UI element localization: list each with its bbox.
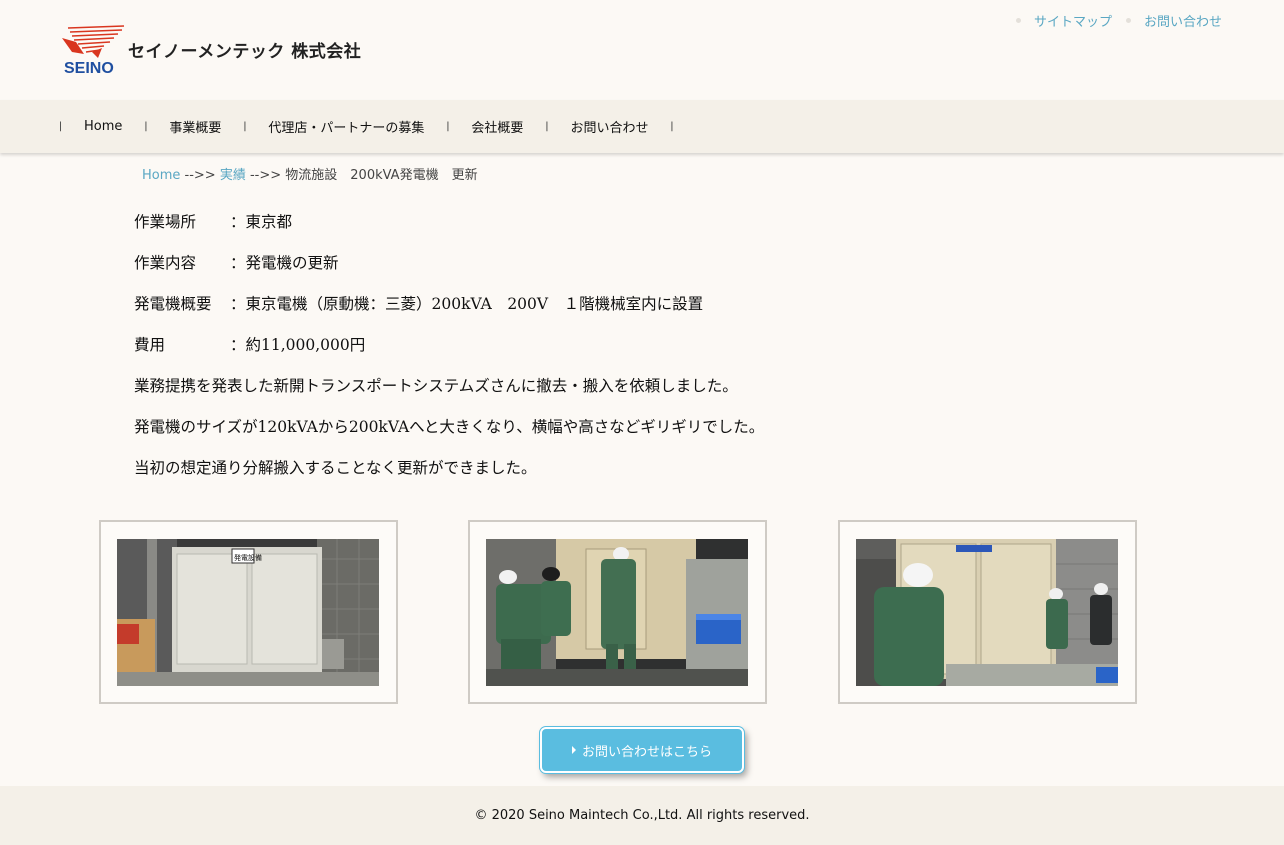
- site-footer: © 2020 Seino Maintech Co.,Ltd. All right…: [0, 786, 1284, 845]
- photo-workers-moving-generator: [486, 539, 748, 686]
- detail-row-work: 作業内容 ：発電機の更新: [134, 251, 764, 292]
- detail-row-location: 作業場所 ：東京都: [134, 210, 764, 251]
- breadcrumb-separator: -->>: [245, 168, 286, 183]
- location-value: ：東京都: [230, 213, 293, 231]
- copyright-text: © 2020 Seino Maintech Co.,Ltd. All right…: [474, 808, 810, 823]
- company-name: セイノーメンテック 株式会社: [128, 41, 362, 62]
- contact-label: お問い合わせ: [1143, 15, 1222, 30]
- photo-generator-installed: [856, 539, 1118, 686]
- site-header: SEINO セイノーメンテック 株式会社 サイトマップ お問い合わせ: [0, 0, 1284, 100]
- breadcrumb-separator: -->>: [180, 168, 220, 183]
- paragraph: 当初の想定通り分解搬入することなく更新ができました。: [134, 459, 537, 477]
- breadcrumb: Home -->> 実績 -->> 物流施設 200kVA発電機 更新: [142, 164, 478, 183]
- nav-item-company[interactable]: 会社概要: [450, 117, 544, 136]
- breadcrumb-works[interactable]: 実績: [220, 168, 246, 183]
- detail-row-overview: 発電機概要 ：東京電機（原動機：三菱）200kVA 200V １階機械室内に設置: [134, 292, 764, 333]
- sitemap-label: サイトマップ: [1033, 15, 1112, 30]
- sitemap-link[interactable]: サイトマップ: [1015, 11, 1112, 30]
- contact-us-button[interactable]: お問い合わせはこちら: [540, 727, 744, 773]
- paragraph: 発電機のサイズが120kVAから200kVAへと大きくなり、横幅や高さなどギリギ…: [134, 418, 765, 436]
- svg-text:発電設備: 発電設備: [234, 553, 262, 562]
- detail-row-cost: 費用 ：約11,000,000円: [134, 333, 764, 374]
- nav-item-business[interactable]: 事業概要: [148, 117, 242, 136]
- contact-us-button-label: お問い合わせはこちら: [581, 744, 712, 760]
- company-logo[interactable]: SEINO セイノーメンテック 株式会社: [62, 24, 362, 77]
- bullet-icon: [1015, 18, 1021, 23]
- contact-link[interactable]: お問い合わせ: [1125, 11, 1222, 30]
- nav-item-contact[interactable]: お問い合わせ: [549, 117, 669, 136]
- photo-frame-1[interactable]: 発電設備: [99, 520, 398, 704]
- nav-separator: |: [670, 121, 674, 132]
- nav-item-home[interactable]: Home: [63, 119, 143, 134]
- project-details: 作業場所 ：東京都 作業内容 ：発電機の更新 発電機概要 ：東京電機（原動機：三…: [134, 210, 764, 497]
- cost-label: 費用: [134, 336, 166, 354]
- main-nav: | Home | 事業概要 | 代理店・パートナーの募集 | 会社概要 | お問…: [0, 100, 1284, 153]
- utility-links: サイトマップ お問い合わせ: [1004, 11, 1222, 30]
- overview-value: ：東京電機（原動機：三菱）200kVA 200V １階機械室内に設置: [230, 295, 704, 313]
- paragraph: 業務提携を発表した新開トランスポートシステムズさんに撤去・搬入を依頼しました。: [134, 377, 738, 395]
- overview-label: 発電機概要: [134, 295, 212, 313]
- triangle-right-icon: [571, 746, 576, 754]
- work-value: ：発電機の更新: [230, 254, 339, 272]
- bullet-icon: [1125, 18, 1131, 23]
- photo-frame-2[interactable]: [468, 520, 767, 704]
- nav-item-partners[interactable]: 代理店・パートナーの募集: [247, 117, 445, 136]
- breadcrumb-home[interactable]: Home: [142, 168, 180, 183]
- work-label: 作業内容: [134, 254, 197, 272]
- photo-frame-3[interactable]: [838, 520, 1137, 704]
- svg-text:SEINO: SEINO: [64, 60, 114, 76]
- photo-generator-room: 発電設備: [117, 539, 379, 686]
- seino-kangaroo-logo-icon: SEINO: [62, 24, 126, 77]
- cost-value: ：約11,000,000円: [230, 336, 366, 354]
- location-label: 作業場所: [134, 213, 197, 231]
- breadcrumb-current: 物流施設 200kVA発電機 更新: [285, 168, 478, 183]
